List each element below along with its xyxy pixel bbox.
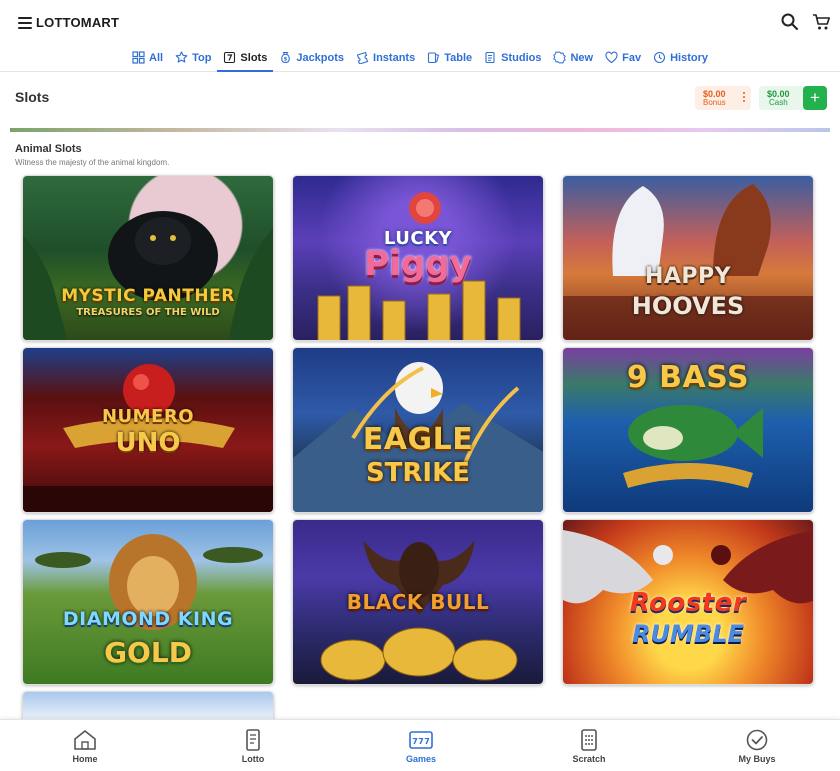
slot-machine-icon: 777	[409, 731, 433, 749]
game-subtitle: GOLD	[104, 636, 192, 669]
game-tile-partial[interactable]	[22, 691, 274, 719]
game-tile-happy-hooves[interactable]: HAPPY HOOVES	[562, 175, 814, 341]
game-tile-rooster-rumble[interactable]: Rooster RUMBLE	[562, 519, 814, 685]
badge-icon	[553, 51, 567, 64]
svg-text:7: 7	[412, 737, 418, 746]
game-subtitle: Piggy	[364, 244, 472, 284]
tab-label: All	[149, 51, 164, 64]
game-tile-diamond-king-gold[interactable]: DIAMOND KING GOLD	[22, 519, 274, 685]
cart-icon[interactable]	[812, 12, 832, 32]
bottom-nav-label: Scratch	[572, 754, 606, 764]
cash-balance: $0.00 Cash +	[759, 86, 827, 110]
tab-label: History	[670, 51, 708, 64]
tab-label: Instants	[373, 51, 416, 64]
tab-label: Fav	[622, 51, 642, 64]
bottom-nav-label: Home	[72, 754, 98, 764]
category-tabs: All Top Slots $ Jackpots Instants Table …	[0, 44, 840, 72]
money-bag-icon: $	[281, 51, 291, 64]
home-icon	[74, 730, 96, 750]
game-tile-lucky-piggy[interactable]: LUCKY Piggy	[292, 175, 544, 341]
cards-icon	[428, 52, 440, 64]
game-art	[23, 692, 273, 719]
page-header: Slots $0.00 Bonus $0.00 Cash +	[0, 72, 840, 124]
menu-icon[interactable]	[18, 17, 32, 29]
bottom-nav-scratch[interactable]: Scratch	[549, 728, 629, 764]
cash-label: Cash	[769, 98, 788, 107]
tab-instants[interactable]: Instants	[350, 44, 421, 71]
add-funds-button[interactable]: +	[803, 86, 827, 110]
page-title: Slots	[15, 89, 50, 105]
bottom-nav-label: Lotto	[241, 754, 265, 764]
banner-strip	[10, 128, 830, 132]
studio-icon	[485, 51, 495, 64]
clock-icon	[654, 51, 666, 64]
ticket-icon	[356, 51, 369, 64]
tab-slots[interactable]: Slots	[217, 44, 274, 72]
svg-text:$: $	[284, 57, 288, 63]
more-options-icon[interactable]	[743, 92, 746, 104]
tab-studios[interactable]: Studios	[478, 44, 547, 71]
tab-fav[interactable]: Fav	[599, 44, 647, 71]
top-header: LOTTOMART	[0, 0, 840, 44]
svg-text:7: 7	[418, 737, 424, 746]
tab-label: Slots	[240, 51, 268, 64]
tab-new[interactable]: New	[547, 44, 599, 71]
tab-label: Studios	[501, 51, 542, 64]
header-actions	[780, 12, 832, 32]
game-tile-eagle-strike[interactable]: EAGLE STRIKE	[292, 347, 544, 513]
tab-label: Table	[444, 51, 473, 64]
game-title: DIAMOND KING	[62, 608, 234, 630]
tab-label: New	[570, 51, 594, 64]
scratch-card-icon	[581, 729, 597, 751]
game-tile-numero-uno[interactable]: NUMERO UNO	[22, 347, 274, 513]
game-title: BLACK BULL	[346, 590, 490, 614]
game-title: NUMERO	[101, 406, 195, 427]
search-icon[interactable]	[780, 12, 800, 32]
bottom-nav-my-buys[interactable]: My Buys	[717, 728, 797, 764]
game-title: 9 BASS	[626, 360, 750, 395]
game-subtitle: UNO	[115, 428, 181, 458]
section-subtitle: Witness the majesty of the animal kingdo…	[15, 158, 170, 167]
star-icon	[175, 51, 188, 63]
bottom-navigation: Home Lotto 777 Games Scratch My Buys	[0, 719, 840, 771]
heart-icon	[605, 51, 618, 64]
svg-text:7: 7	[424, 737, 430, 746]
game-tile-black-bull[interactable]: BLACK BULL	[292, 519, 544, 685]
game-subtitle: STRIKE	[365, 458, 471, 488]
bottom-nav-home[interactable]: Home	[45, 728, 125, 764]
section-title: Animal Slots	[15, 143, 82, 155]
bonus-balance[interactable]: $0.00 Bonus	[695, 86, 751, 110]
tab-table[interactable]: Table	[421, 44, 478, 71]
game-title: MYSTIC PANTHER	[61, 286, 235, 306]
bottom-nav-label: My Buys	[738, 754, 776, 764]
grid-icon	[132, 51, 145, 64]
tab-label: Top	[192, 51, 212, 64]
tab-all[interactable]: All	[126, 44, 169, 71]
game-title: Rooster	[629, 588, 747, 618]
game-title: HAPPY	[644, 264, 732, 289]
game-subtitle: RUMBLE	[632, 620, 744, 648]
game-title: EAGLE	[362, 422, 474, 457]
game-tile-mystic-panther[interactable]: MYSTIC PANTHER TREASURES OF THE WILD	[22, 175, 274, 341]
tab-top[interactable]: Top	[169, 44, 217, 71]
slot-seven-icon	[224, 51, 236, 64]
game-subtitle: HOOVES	[631, 292, 745, 320]
game-subtitle: TREASURES OF THE WILD	[76, 307, 220, 318]
tab-history[interactable]: History	[647, 44, 714, 71]
lotto-ticket-icon	[246, 729, 260, 751]
game-tile-9-bass[interactable]: 9 BASS	[562, 347, 814, 513]
bonus-label: Bonus	[703, 98, 726, 107]
bottom-nav-lotto[interactable]: Lotto	[213, 728, 293, 764]
app: LOTTOMART All Top Slots $ Jackpots Insta…	[0, 0, 840, 771]
tab-label: Jackpots	[296, 51, 345, 64]
tab-jackpots[interactable]: $ Jackpots	[273, 44, 350, 71]
app-logo[interactable]: LOTTOMART	[36, 15, 119, 30]
bottom-nav-label: Games	[405, 754, 437, 764]
check-circle-icon	[746, 729, 768, 751]
bottom-nav-games[interactable]: 777 Games	[381, 728, 461, 764]
